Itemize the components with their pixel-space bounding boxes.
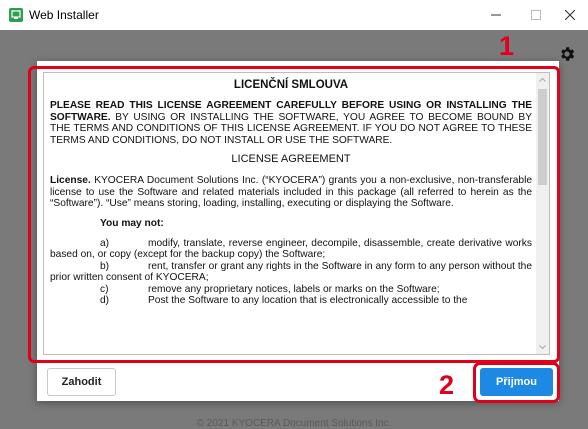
close-button[interactable] bbox=[552, 0, 588, 30]
settings-button[interactable] bbox=[558, 45, 576, 68]
minimize-icon bbox=[491, 14, 501, 16]
maximize-button[interactable] bbox=[518, 0, 554, 30]
window-title: Web Installer bbox=[29, 8, 99, 22]
accept-button[interactable]: Přijmou bbox=[480, 368, 553, 396]
decline-button[interactable]: Zahodit bbox=[47, 368, 116, 396]
web-installer-app-icon bbox=[9, 8, 23, 22]
close-icon bbox=[565, 10, 575, 20]
callout-number-1: 1 bbox=[499, 31, 515, 61]
title-bar: Web Installer bbox=[0, 0, 588, 30]
minimize-button[interactable] bbox=[478, 0, 514, 30]
footer-copyright: © 2021 KYOCERA Document Solutions Inc. bbox=[196, 418, 392, 429]
maximize-icon bbox=[531, 10, 541, 20]
callout-number-2: 2 bbox=[439, 370, 455, 400]
gear-icon bbox=[561, 47, 575, 61]
license-highlight-frame bbox=[28, 66, 560, 363]
